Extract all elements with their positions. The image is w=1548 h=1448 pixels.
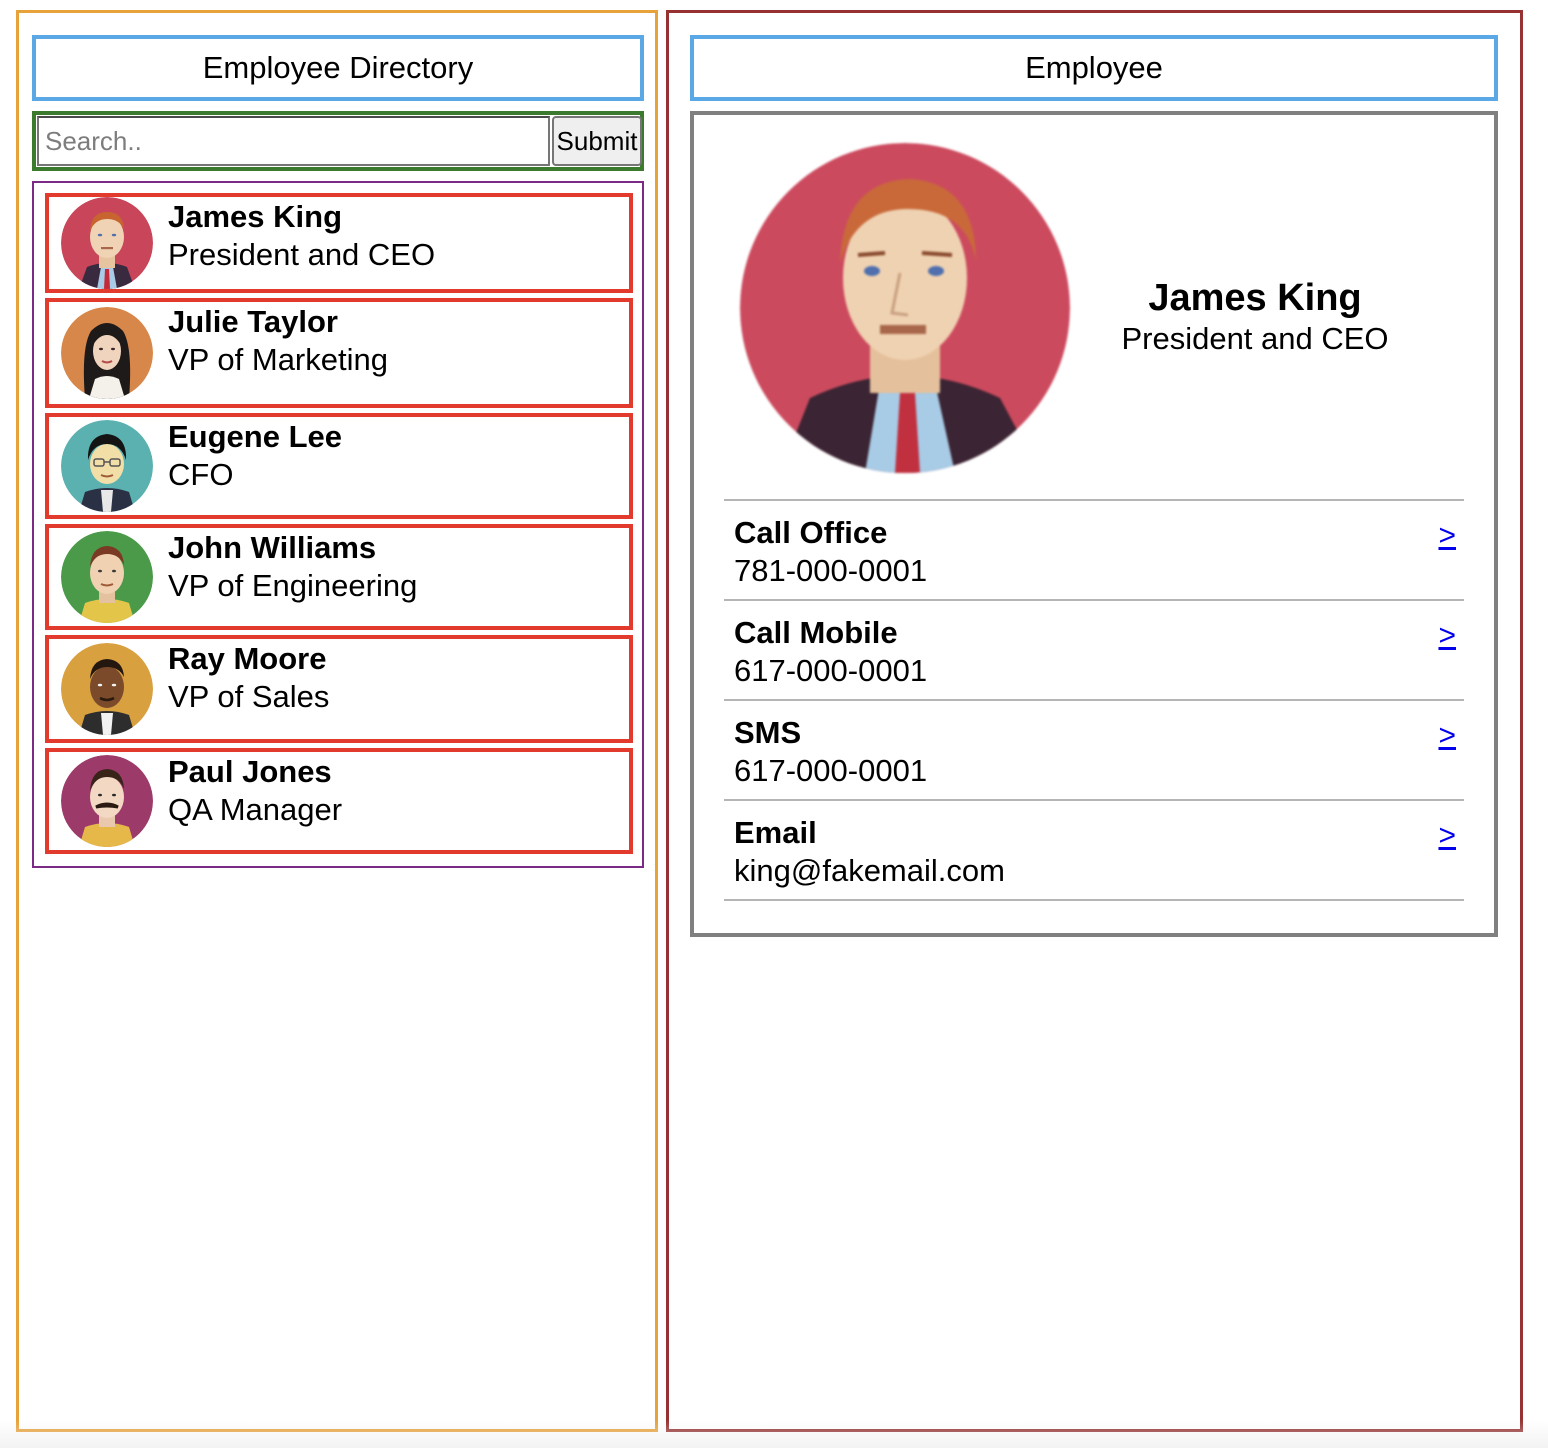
action-value: 617-000-0001 xyxy=(734,653,928,688)
list-item-paul-jones[interactable]: Paul Jones QA Manager xyxy=(45,748,633,854)
employee-detail-panel: Employee James King President and CEO Ca… xyxy=(666,10,1523,1432)
directory-header: Employee Directory xyxy=(32,35,644,101)
action-link[interactable]: > xyxy=(1438,719,1456,753)
avatar xyxy=(61,307,153,399)
list-item-julie-taylor[interactable]: Julie Taylor VP of Marketing xyxy=(45,298,633,408)
employee-header-title: Employee xyxy=(1025,50,1163,85)
employee-photo xyxy=(740,143,1070,473)
employee-name: Julie Taylor xyxy=(168,304,338,339)
action-value: 781-000-0001 xyxy=(734,553,928,588)
action-link[interactable]: > xyxy=(1438,519,1456,553)
contact-action-list: Call Office 781-000-0001 > Call Mobile 6… xyxy=(724,499,1464,901)
avatar xyxy=(61,420,153,512)
list-item-james-king[interactable]: James King President and CEO xyxy=(45,193,633,293)
list-item-eugene-lee[interactable]: Eugene Lee CFO xyxy=(45,413,633,519)
action-label: Email xyxy=(734,815,817,850)
avatar xyxy=(61,643,153,735)
employee-title: President and CEO xyxy=(1121,321,1389,356)
action-label: SMS xyxy=(734,715,802,750)
action-value: king@fakemail.com xyxy=(734,853,1005,888)
employee-title: VP of Sales xyxy=(168,679,330,714)
employee-card: James King President and CEO Call Office… xyxy=(690,111,1498,937)
employee-name: Ray Moore xyxy=(168,641,327,676)
employee-list: James King President and CEO Julie Taylo… xyxy=(32,181,644,868)
action-link[interactable]: > xyxy=(1438,819,1456,853)
employee-name: James King xyxy=(168,199,343,234)
action-call-office[interactable]: Call Office 781-000-0001 > xyxy=(724,499,1464,599)
employee-directory-panel: Employee Directory Submit xyxy=(16,10,658,1432)
submit-button[interactable]: Submit xyxy=(552,116,642,166)
search-bar: Submit xyxy=(32,111,644,171)
action-label: Call Office xyxy=(734,515,888,550)
employee-title: VP of Engineering xyxy=(168,568,418,603)
action-sms[interactable]: SMS 617-000-0001 > xyxy=(724,699,1464,799)
action-email[interactable]: Email king@fakemail.com > xyxy=(724,799,1464,901)
avatar xyxy=(61,755,153,847)
action-link[interactable]: > xyxy=(1438,619,1456,653)
list-item-ray-moore[interactable]: Ray Moore VP of Sales xyxy=(45,635,633,743)
avatar xyxy=(61,197,153,289)
directory-title: Employee Directory xyxy=(202,50,474,85)
employee-name: Eugene Lee xyxy=(168,419,342,454)
employee-name: James King xyxy=(1148,277,1362,319)
employee-name: Paul Jones xyxy=(168,754,332,789)
action-value: 617-000-0001 xyxy=(734,753,928,788)
list-item-john-williams[interactable]: John Williams VP of Engineering xyxy=(45,524,633,630)
avatar xyxy=(61,531,153,623)
employee-title: VP of Marketing xyxy=(168,342,388,377)
employee-title: President and CEO xyxy=(168,237,436,272)
search-input[interactable] xyxy=(37,116,550,166)
action-label: Call Mobile xyxy=(734,615,898,650)
employee-title: CFO xyxy=(168,457,234,492)
employee-title: QA Manager xyxy=(168,792,343,827)
employee-header: Employee xyxy=(690,35,1498,101)
employee-name: John Williams xyxy=(168,530,377,565)
action-call-mobile[interactable]: Call Mobile 617-000-0001 > xyxy=(724,599,1464,699)
